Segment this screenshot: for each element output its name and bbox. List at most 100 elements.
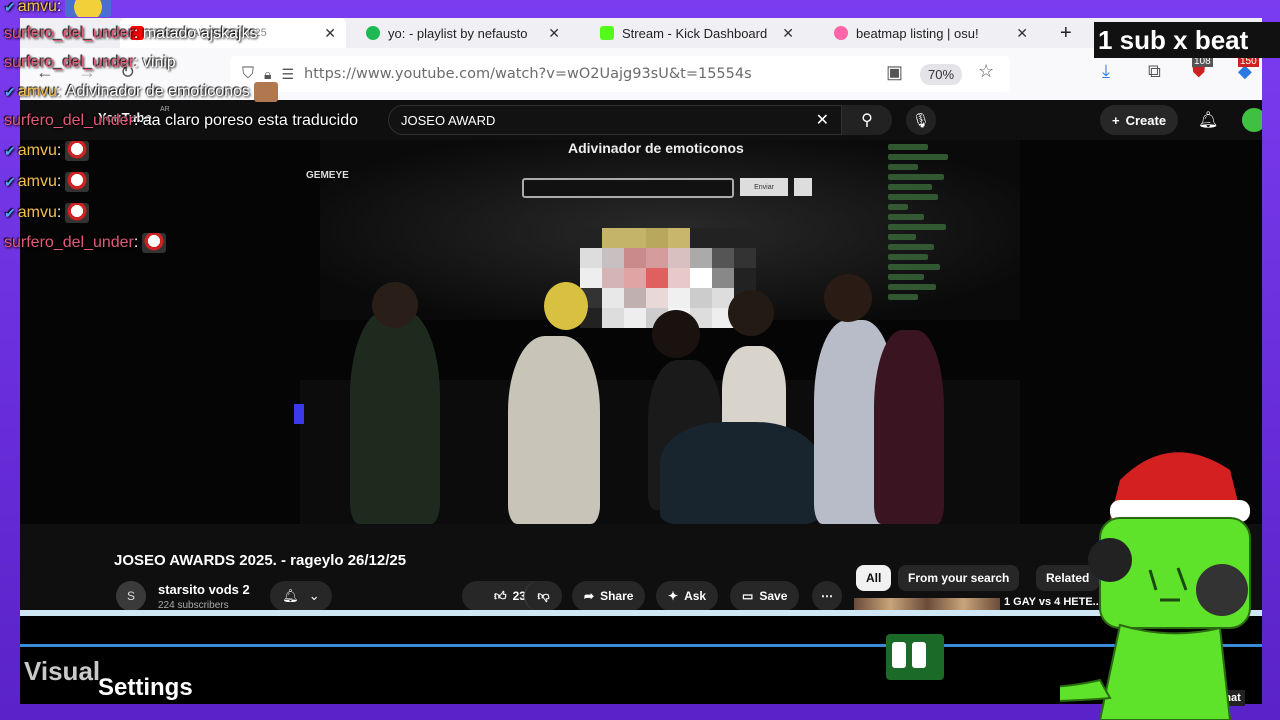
person <box>350 310 440 524</box>
create-label: Create <box>1125 112 1167 128</box>
chat-message: ✔ amvu: <box>4 141 90 161</box>
sub-goal-banner: 1 sub x beat <box>1094 22 1280 58</box>
chip-all[interactable]: All <box>856 565 892 591</box>
tab-osu[interactable]: beatmap listing | osu! ✕ <box>824 18 1038 48</box>
screen-input <box>522 178 734 198</box>
subscription-bell-button[interactable]: 🔔︎ ⌄ <box>270 581 332 610</box>
zoom-level[interactable]: 70% <box>920 64 963 85</box>
plus-icon: + <box>1060 21 1072 44</box>
permissions-icon[interactable]: ☰ <box>281 66 294 83</box>
chat-text: matado ajskajks <box>142 25 258 42</box>
chat-text: aa claro poreso esta traducido <box>142 112 359 129</box>
chat-username: amvu <box>17 142 57 159</box>
search-button[interactable]: ⚲ <box>842 105 892 135</box>
new-tab-button[interactable]: + <box>1050 18 1090 48</box>
voice-search-button[interactable]: 🎙︎ <box>906 105 936 135</box>
plus-icon: + <box>1112 112 1120 128</box>
save-button[interactable]: ▭ Save <box>730 581 800 610</box>
mascot-arm <box>1060 678 1112 702</box>
santa-emote-icon <box>65 141 90 161</box>
dislike-button[interactable]: 👎︎ <box>524 581 562 610</box>
create-button[interactable]: + Create <box>1100 105 1179 135</box>
chat-text: vinip <box>142 54 176 71</box>
ask-label: Ask <box>684 589 707 603</box>
chat-message: ✔ amvu: <box>4 0 112 17</box>
tab-kick[interactable]: Stream - Kick Dashboard ✕ <box>590 18 804 48</box>
close-icon[interactable]: ✕ <box>1016 25 1028 42</box>
person <box>508 336 600 524</box>
bell-icon: 🔔︎ <box>282 588 299 603</box>
tab-label: beatmap listing | osu! <box>856 25 979 41</box>
reader-view-icon[interactable]: ▣ <box>886 62 903 83</box>
search-value: JOSEO AWARD <box>401 112 496 128</box>
screen-title: Adivinador de emoticonos <box>568 140 744 156</box>
search-input[interactable]: JOSEO AWARD ✕ <box>388 105 842 135</box>
chat-message: ✔ amvu: <box>4 203 90 223</box>
tab-label: Stream - Kick Dashboard <box>622 25 768 41</box>
sparkle-icon: ✦ <box>668 589 679 603</box>
spotify-favicon-icon <box>366 26 380 40</box>
person-head <box>544 282 588 330</box>
chat-username: surfero_del_under <box>4 54 134 71</box>
close-icon[interactable]: ✕ <box>324 25 336 42</box>
channel-subscribers: 224 subscribers <box>158 600 229 610</box>
headphone-right <box>1196 564 1248 616</box>
download-icon[interactable]: ⤓ <box>1102 61 1110 82</box>
mic-icon: 🎙︎ <box>912 111 930 128</box>
verified-badge-icon: ✔ <box>4 142 16 159</box>
search-icon: ⚲ <box>861 112 873 129</box>
share-label: Share <box>600 589 634 603</box>
emote-icon <box>253 82 278 102</box>
chat-message: surfero_del_under: aa claro poreso esta … <box>4 112 359 129</box>
headphone-left <box>1088 538 1132 582</box>
person-head <box>372 282 418 328</box>
santa-emote-icon <box>65 203 90 223</box>
verified-badge-icon: ✔ <box>4 0 16 15</box>
share-button[interactable]: ➦ Share <box>572 581 646 610</box>
tab-spotify[interactable]: yo: - playlist by nefausto ✕ <box>356 18 570 48</box>
avatar[interactable] <box>1242 108 1262 132</box>
chat-username: amvu <box>17 173 57 190</box>
mascot-character <box>1060 452 1251 720</box>
visual-label: Visual <box>24 656 101 686</box>
chat-text: Adivinador de emoticonos <box>65 83 250 100</box>
settings-label: Settings <box>98 674 193 701</box>
chat-message: ✔ amvu: <box>4 172 90 192</box>
person <box>874 330 944 524</box>
person-head <box>728 290 774 336</box>
ask-button[interactable]: ✦ Ask <box>656 581 719 610</box>
notifications-bell-icon[interactable]: 🔔︎ <box>1198 110 1218 130</box>
santa-emote-icon <box>142 233 167 253</box>
screen-brand: GEMEYE <box>306 170 349 181</box>
lock-icon[interactable]: 🔒︎ <box>264 66 271 83</box>
kick-favicon-icon <box>600 26 614 40</box>
screen-chat-overlay <box>888 144 958 324</box>
chat-username: amvu <box>17 204 57 221</box>
thumbs-down-icon: 👎︎ <box>537 588 550 603</box>
clear-search-icon[interactable]: ✕ <box>816 110 829 130</box>
chip-from-your-search[interactable]: From your search <box>898 565 1020 591</box>
camera-status-icon <box>886 634 944 680</box>
person-head <box>652 310 700 358</box>
url-text[interactable]: https://www.youtube.com/watch?v=wO2Uajg9… <box>304 66 752 82</box>
more-actions-button[interactable]: ⋯ <box>812 581 842 610</box>
chevron-down-icon: ⌄ <box>308 588 320 603</box>
extensions-icon[interactable]: ⧉ <box>1148 61 1161 82</box>
chat-message: ✔ amvu: Adivinador de emoticonos <box>4 82 278 102</box>
verified-badge-icon: ✔ <box>4 83 16 100</box>
more-icon: ⋯ <box>821 589 833 603</box>
bookmark-star-icon[interactable]: ☆ <box>978 61 994 82</box>
related-thumbnail[interactable] <box>854 598 1000 610</box>
verified-badge-icon: ✔ <box>4 204 16 221</box>
chat-username: amvu <box>17 0 57 15</box>
video-title: JOSEO AWARDS 2025. - rageylo 26/12/25 <box>114 552 407 569</box>
close-icon[interactable]: ✕ <box>548 25 560 42</box>
screen-secondary-button <box>794 178 812 196</box>
channel-avatar[interactable]: S <box>116 581 146 610</box>
stage-light <box>294 404 304 424</box>
shield-icon[interactable]: ⛉ <box>242 65 254 83</box>
podium <box>660 422 820 524</box>
close-icon[interactable]: ✕ <box>782 25 794 42</box>
chat-username: amvu <box>17 83 57 100</box>
channel-name[interactable]: starsito vods 2 <box>158 582 250 597</box>
